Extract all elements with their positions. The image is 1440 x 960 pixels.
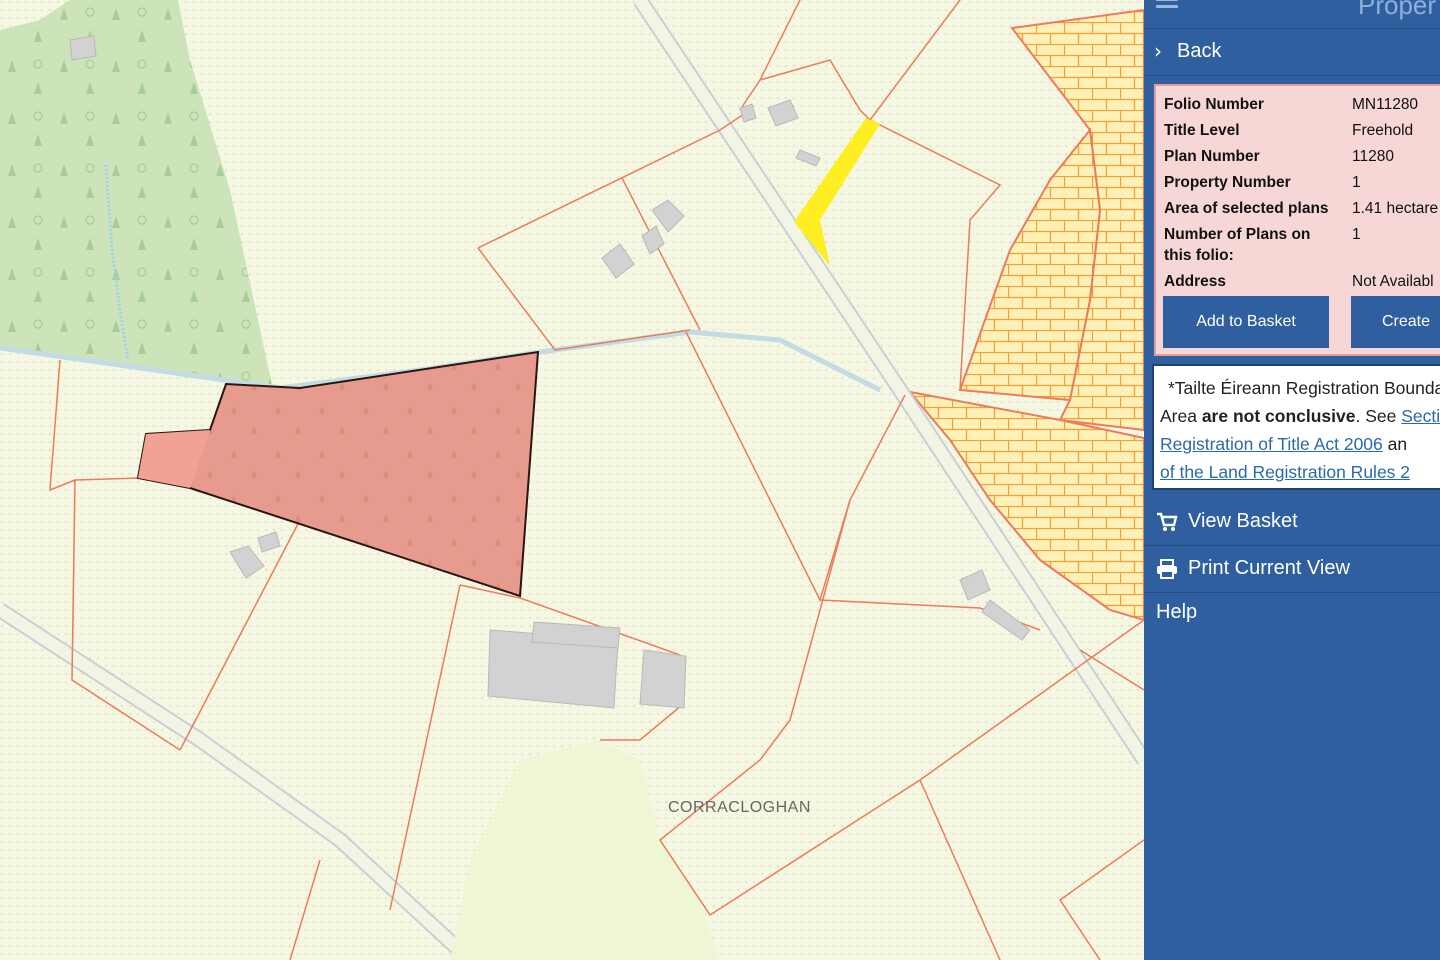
panel-title: Proper <box>1358 0 1437 20</box>
chevron-right-icon: › <box>1154 39 1162 63</box>
map-view[interactable]: CORRACLOGHAN <box>0 0 1144 960</box>
notice-line-4: of the Land Registration Rules 2 <box>1160 458 1440 486</box>
create-button[interactable]: Create <box>1351 296 1440 348</box>
add-to-basket-button[interactable]: Add to Basket <box>1163 296 1329 348</box>
back-button[interactable]: › Back <box>1144 28 1440 76</box>
print-view-label: Print Current View <box>1188 557 1350 579</box>
notice-line-1: *Tailte Éireann Registration Bounda <box>1168 378 1440 398</box>
panel-header: Proper <box>1144 0 1440 28</box>
view-basket-button[interactable]: View Basket <box>1144 499 1440 546</box>
cart-icon <box>1157 512 1178 531</box>
print-view-button[interactable]: Print Current View <box>1144 546 1440 593</box>
land-registration-rules-link[interactable]: of the Land Registration Rules 2 <box>1160 462 1410 482</box>
map-canvas[interactable]: CORRACLOGHAN <box>0 0 1144 960</box>
help-link[interactable]: Help <box>1156 601 1197 624</box>
place-label: CORRACLOGHAN <box>668 799 811 816</box>
back-label: Back <box>1177 40 1222 62</box>
printer-icon <box>1157 559 1177 579</box>
notice-line-2: Area are not conclusive. See Sectio <box>1160 402 1440 430</box>
section-link[interactable]: Sectio <box>1401 406 1440 426</box>
property-panel: Proper › Back Folio Number MN11280 Title… <box>1144 0 1440 960</box>
folio-details-card: Folio Number MN11280 Title Level Freehol… <box>1154 84 1440 356</box>
view-basket-label: View Basket <box>1188 510 1298 532</box>
registration-act-link[interactable]: Registration of Title Act 2006 <box>1160 434 1383 454</box>
menu-icon[interactable] <box>1156 0 1178 12</box>
notice-line-3: Registration of Title Act 2006 an <box>1160 434 1408 454</box>
registration-notice: *Tailte Éireann Registration Bounda Area… <box>1152 364 1440 490</box>
